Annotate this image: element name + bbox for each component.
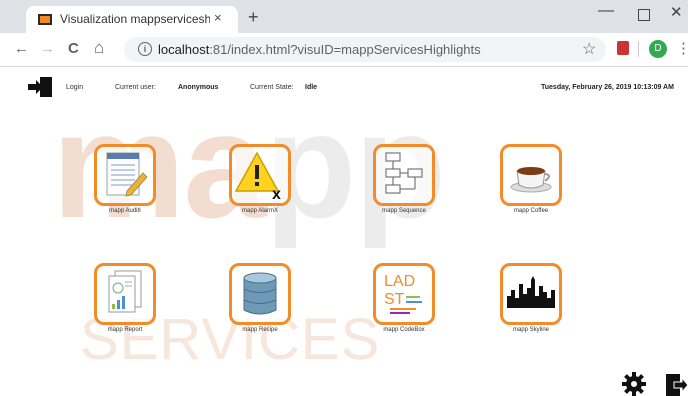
- current-state-label: Current State:: [250, 84, 294, 91]
- tile-mapp-skyline[interactable]: [500, 263, 562, 325]
- codebox-icon: LAD ST: [384, 273, 422, 314]
- tile-label-skyline: mapp Skyline: [512, 327, 550, 333]
- tile-label-coffee: mapp Coffee: [513, 208, 549, 214]
- flowchart-icon: [385, 152, 423, 194]
- window-minimize-button[interactable]: —: [598, 2, 614, 20]
- tile-label-recipe: mapp Recipe: [242, 327, 278, 333]
- bookmark-star-icon[interactable]: ☆: [582, 39, 596, 59]
- tile-label-audit: mapp AuditI: [109, 208, 141, 214]
- tile-mapp-recipe[interactable]: [229, 263, 291, 325]
- tab-close-icon[interactable]: ×: [214, 10, 222, 25]
- app-header: Login Current user: Anonymous Current St…: [0, 67, 688, 107]
- coffee-cup-icon: [510, 167, 552, 193]
- tile-mapp-sequence[interactable]: [373, 144, 435, 206]
- tab-title: Visualization mappserviceshighlig: [60, 12, 210, 26]
- forward-button[interactable]: →: [40, 40, 55, 57]
- gear-icon[interactable]: [622, 372, 646, 396]
- login-icon[interactable]: [26, 76, 54, 98]
- url-text[interactable]: localhost:81/index.html?visuID=mappServi…: [158, 42, 481, 57]
- profile-avatar[interactable]: D: [649, 40, 667, 58]
- toolbar-separator: [638, 41, 639, 57]
- menu-kebab-icon[interactable]: ⋮: [676, 39, 688, 57]
- tile-mapp-report[interactable]: [94, 263, 156, 325]
- tile-label-codebox: mapp CodeBox: [383, 327, 425, 333]
- browser-tab-strip: Visualization mappserviceshighlig × + — …: [0, 0, 688, 33]
- reload-button[interactable]: C: [68, 40, 79, 57]
- report-icon: [108, 270, 142, 313]
- current-state-value: Idle: [305, 84, 318, 91]
- database-icon: [243, 272, 277, 315]
- new-tab-button[interactable]: +: [248, 7, 259, 28]
- address-bar[interactable]: i localhost:81/index.html?visuID=mappSer…: [124, 37, 606, 62]
- browser-tab[interactable]: Visualization mappserviceshighlig ×: [26, 6, 238, 33]
- window-maximize-button[interactable]: [638, 9, 650, 21]
- login-label[interactable]: Login: [66, 84, 83, 91]
- window-close-button[interactable]: ✕: [670, 3, 683, 21]
- datetime-display: Tuesday, February 26, 2019 10:13:09 AM: [541, 84, 674, 91]
- pdf-extension-icon[interactable]: [617, 41, 629, 55]
- codebox-line1: LAD: [384, 273, 415, 290]
- logout-icon[interactable]: [664, 372, 688, 396]
- app-favicon-icon: [38, 14, 52, 25]
- svg-text:x: x: [272, 186, 281, 203]
- tile-label-sequence: mapp Sequence: [382, 208, 426, 214]
- tile-label-report: mapp Report: [107, 327, 143, 333]
- current-user-value: Anonymous: [178, 84, 219, 91]
- current-user-label: Current user:: [115, 84, 156, 91]
- codebox-line2: ST: [384, 291, 405, 308]
- tile-mapp-coffee[interactable]: [500, 144, 562, 206]
- notepad-icon: [106, 152, 148, 197]
- back-button[interactable]: ←: [14, 40, 29, 57]
- tile-mapp-codebox[interactable]: LAD ST: [373, 263, 435, 325]
- site-info-icon[interactable]: i: [138, 42, 152, 56]
- home-button[interactable]: ⌂: [94, 38, 104, 58]
- browser-toolbar: ← → C ⌂ i localhost:81/index.html?visuID…: [0, 33, 688, 67]
- skyline-icon: [507, 276, 555, 308]
- tile-mapp-alarmx[interactable]: x: [229, 144, 291, 206]
- tile-mapp-audit[interactable]: [94, 144, 156, 206]
- warning-icon: x: [234, 151, 281, 203]
- tile-label-alarmx: mapp AlarmX: [241, 208, 278, 214]
